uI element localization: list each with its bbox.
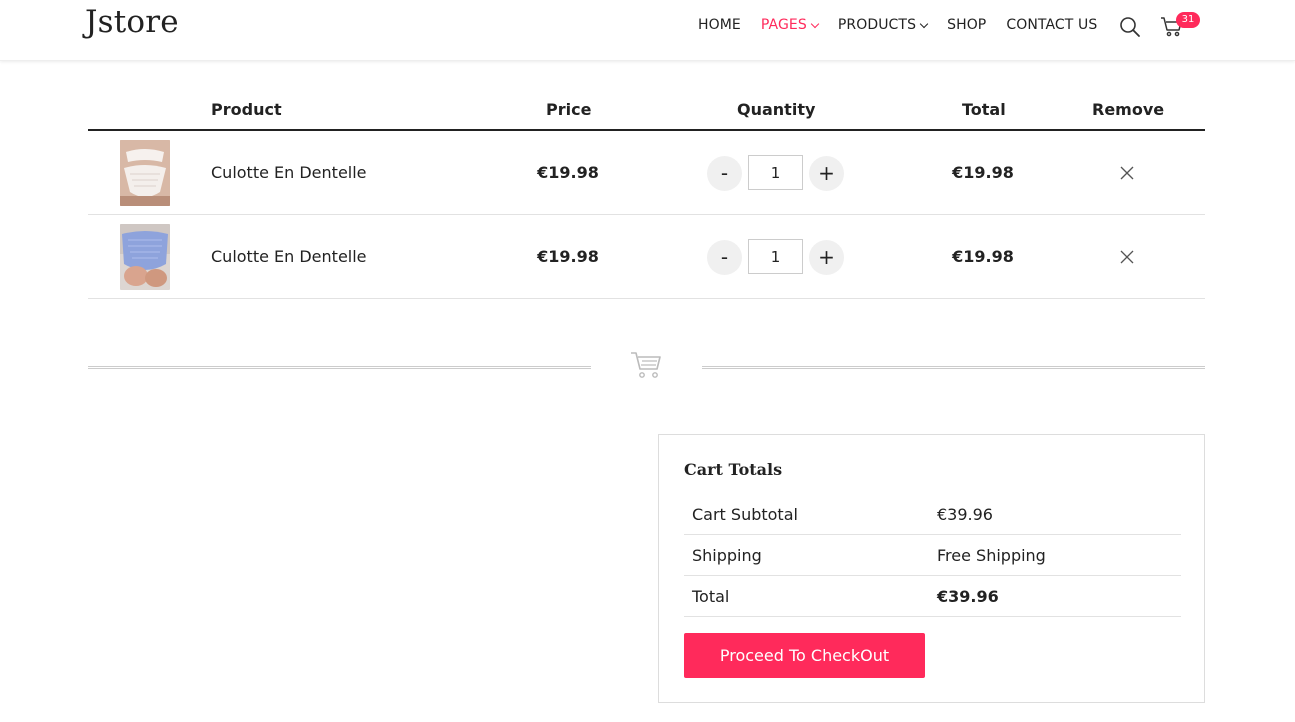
product-price: €19.98 (537, 163, 599, 182)
nav-products[interactable]: PRODUCTS (837, 17, 929, 33)
totals-label: Cart Subtotal (692, 505, 798, 524)
totals-row-total: Total €39.96 (684, 576, 1181, 617)
product-name[interactable]: Culotte En Dentelle (211, 247, 367, 266)
chevron-down-icon (919, 19, 929, 28)
quantity-increase-button[interactable]: + (809, 240, 844, 275)
header-quantity: Quantity (737, 100, 816, 119)
product-thumbnail[interactable] (120, 224, 170, 290)
totals-value: €39.96 (937, 587, 999, 606)
nav-home-label: HOME (698, 17, 741, 33)
line-total: €19.98 (952, 163, 1014, 182)
cart-count-badge: 31 (1176, 12, 1200, 28)
section-divider-left (88, 366, 591, 369)
main-nav: HOME PAGES PRODUCTS SHOP CONTACT US (698, 17, 1117, 33)
nav-home[interactable]: HOME (698, 17, 741, 33)
header-price: Price (546, 100, 592, 119)
totals-value: Free Shipping (937, 546, 1046, 565)
product-thumbnail[interactable] (120, 140, 170, 206)
nav-shop[interactable]: SHOP (947, 17, 986, 33)
quantity-increase-button[interactable]: + (809, 156, 844, 191)
totals-row-subtotal: Cart Subtotal €39.96 (684, 494, 1181, 535)
quantity-decrease-button[interactable]: - (707, 156, 742, 191)
totals-label: Shipping (692, 546, 762, 565)
logo[interactable]: Jstore (85, 4, 179, 40)
close-icon[interactable] (1119, 249, 1135, 265)
chevron-down-icon (810, 19, 820, 28)
site-header: Jstore HOME PAGES PRODUCTS SHOP CONTACT … (0, 0, 1295, 61)
nav-pages[interactable]: PAGES (760, 17, 820, 33)
quantity-input[interactable] (748, 155, 803, 190)
totals-row-shipping: Shipping Free Shipping (684, 535, 1181, 576)
quantity-decrease-button[interactable]: - (707, 240, 742, 275)
line-total: €19.98 (952, 247, 1014, 266)
product-name[interactable]: Culotte En Dentelle (211, 163, 367, 182)
nav-contact-us[interactable]: CONTACT US (1006, 17, 1097, 33)
header-remove: Remove (1092, 100, 1165, 119)
cart-table: Product Price Quantity Total Remove Culo… (88, 91, 1205, 299)
quantity-input[interactable] (748, 239, 803, 274)
nav-pages-label: PAGES (760, 17, 807, 33)
cart-row: Culotte En Dentelle €19.98 - + €19.98 (88, 131, 1205, 215)
cart-row: Culotte En Dentelle €19.98 - + €19.98 (88, 215, 1205, 299)
header-total: Total (962, 100, 1006, 119)
search-icon[interactable] (1119, 16, 1141, 38)
header-product: Product (211, 100, 282, 119)
proceed-to-checkout-button[interactable]: Proceed To CheckOut (684, 633, 925, 678)
nav-contact-us-label: CONTACT US (1006, 17, 1098, 33)
nav-products-label: PRODUCTS (837, 17, 917, 33)
section-divider-right (702, 366, 1205, 369)
cart-totals-panel: Cart Totals Cart Subtotal €39.96 Shippin… (658, 434, 1205, 703)
cart-divider-icon (628, 349, 664, 381)
totals-value: €39.96 (937, 505, 993, 524)
cart-table-header: Product Price Quantity Total Remove (88, 91, 1205, 131)
totals-label: Total (692, 587, 730, 606)
cart-totals-title: Cart Totals (684, 460, 783, 479)
product-price: €19.98 (537, 247, 599, 266)
close-icon[interactable] (1119, 165, 1135, 181)
nav-shop-label: SHOP (947, 17, 987, 33)
